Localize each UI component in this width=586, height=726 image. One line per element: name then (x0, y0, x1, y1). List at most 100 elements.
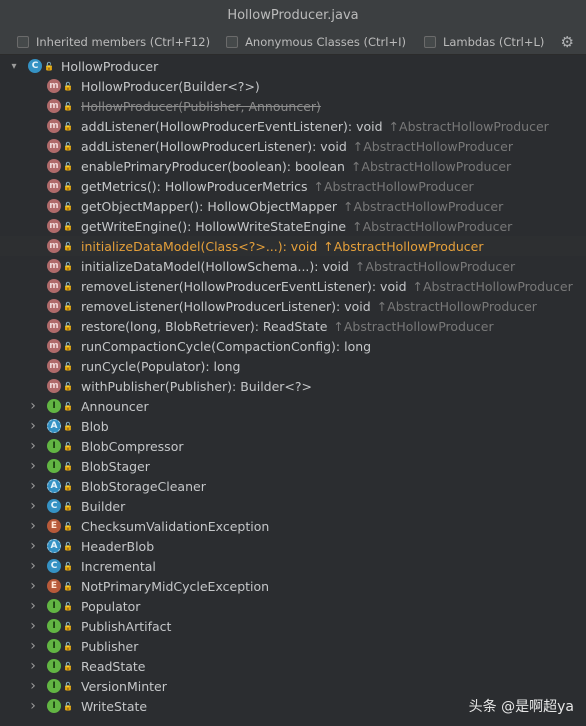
public-visibility-icon: 🔓 (63, 581, 73, 591)
member-item[interactable]: m 🔓 HollowProducer(Builder<?>) (0, 76, 586, 96)
inherited-from-label: ↑AbstractHollowProducer (313, 178, 474, 194)
member-item[interactable]: m 🔓 addListener(HollowProducerListener): v… (0, 136, 586, 156)
member-item[interactable]: m 🔓 addListener(HollowProducerEventListene… (0, 116, 586, 136)
member-label: addListener(HollowProducerEventListener)… (81, 119, 549, 134)
public-visibility-icon: 🔓 (63, 701, 73, 711)
member-item[interactable]: m 🔓 initializeDataModel(Class<?>...): void… (0, 236, 586, 256)
chevron-right-icon[interactable]: › (27, 518, 39, 534)
public-visibility-icon: 🔓 (63, 641, 73, 651)
member-item[interactable]: m 🔓 withPublisher(Publisher): Builder<?> (0, 376, 586, 396)
member-item[interactable]: m 🔓 removeListener(HollowProducerListener)… (0, 296, 586, 316)
nested-class-item[interactable]: › A 🔓 Blob (0, 416, 586, 436)
nested-class-item[interactable]: › C 🔓 Builder (0, 496, 586, 516)
chevron-right-icon[interactable]: › (27, 618, 39, 634)
member-item[interactable]: m 🔓 runCycle(Populator): long (0, 356, 586, 376)
nested-class-item[interactable]: › E 🔓 NotPrimaryMidCycleException (0, 576, 586, 596)
nested-class-item[interactable]: › I 🔓 Populator (0, 596, 586, 616)
nested-class-label: ReadState (81, 658, 146, 674)
abstract-class-icon: A (47, 539, 61, 553)
chevron-right-icon[interactable]: › (27, 698, 39, 714)
member-item[interactable]: m 🔓 getObjectMapper(): HollowObjectMapper ↑… (0, 196, 586, 216)
method-icon: m (47, 239, 61, 253)
public-visibility-icon: 🔓 (63, 101, 73, 111)
interface-icon: I (47, 439, 61, 453)
inherited-from-label: ↑AbstractHollowProducer (352, 218, 513, 234)
nested-class-item[interactable]: › C 🔓 Incremental (0, 556, 586, 576)
nested-class-item[interactable]: › I 🔓 BlobCompressor (0, 436, 586, 456)
member-label: getObjectMapper(): HollowObjectMapper ↑Ab… (81, 199, 503, 214)
tree-root-item[interactable]: ▾ C 🔓 HollowProducer (0, 56, 586, 76)
chevron-right-icon[interactable]: › (27, 598, 39, 614)
public-visibility-icon: 🔓 (63, 361, 73, 371)
chevron-down-icon[interactable]: ▾ (8, 61, 20, 72)
member-signature: removeListener(HollowProducerListener): … (81, 298, 371, 314)
nested-class-label: PublishArtifact (81, 618, 172, 634)
method-icon: m (47, 259, 61, 273)
member-signature: addListener(HollowProducerListener): voi… (81, 138, 347, 154)
public-visibility-icon: 🔓 (63, 561, 73, 571)
chevron-right-icon[interactable]: › (27, 438, 39, 454)
inherited-from-label: ↑AbstractHollowProducer (376, 298, 537, 314)
public-visibility-icon: 🔓 (63, 201, 73, 211)
interface-icon: I (47, 639, 61, 653)
public-visibility-icon: 🔓 (63, 481, 73, 491)
chevron-right-icon[interactable]: › (27, 578, 39, 594)
public-visibility-icon: 🔓 (63, 241, 73, 251)
nested-class-item[interactable]: › I 🔓 ReadState (0, 656, 586, 676)
chevron-right-icon[interactable]: › (27, 478, 39, 494)
chevron-right-icon[interactable]: › (27, 638, 39, 654)
public-visibility-icon: 🔓 (63, 141, 73, 151)
interface-icon: I (47, 459, 61, 473)
chevron-right-icon[interactable]: › (27, 398, 39, 414)
chevron-right-icon[interactable]: › (27, 458, 39, 474)
member-label: runCycle(Populator): long (81, 359, 240, 374)
anonymous-classes-checkbox[interactable]: Anonymous Classes (Ctrl+I) (226, 35, 406, 49)
member-item[interactable]: m 🔓 getWriteEngine(): HollowWriteStateEngi… (0, 216, 586, 236)
nested-class-item[interactable]: › A 🔓 HeaderBlob (0, 536, 586, 556)
chevron-right-icon[interactable]: › (27, 498, 39, 514)
window-title: HollowProducer.java (227, 7, 359, 23)
nested-class-item[interactable]: › I 🔓 PublishArtifact (0, 616, 586, 636)
member-signature: runCompactionCycle(CompactionConfig): lo… (81, 338, 372, 354)
chevron-right-icon[interactable]: › (27, 418, 39, 434)
public-visibility-icon: 🔓 (63, 401, 73, 411)
nested-class-item[interactable]: › I 🔓 VersionMinter (0, 676, 586, 696)
inherited-members-checkbox[interactable]: Inherited members (Ctrl+F12) (17, 35, 210, 49)
member-item[interactable]: m 🔓 runCompactionCycle(CompactionConfig): … (0, 336, 586, 356)
nested-class-item[interactable]: › I 🔓 Publisher (0, 636, 586, 656)
public-visibility-icon: 🔓 (63, 301, 73, 311)
gear-icon[interactable]: ⚙ (561, 33, 574, 51)
nested-class-item[interactable]: › I 🔓 BlobStager (0, 456, 586, 476)
nested-class-label: VersionMinter (81, 678, 167, 694)
nested-class-item[interactable]: › I 🔓 Announcer (0, 396, 586, 416)
member-item[interactable]: m 🔓 enablePrimaryProducer(boolean): boolea… (0, 156, 586, 176)
nested-class-item[interactable]: › A 🔓 BlobStorageCleaner (0, 476, 586, 496)
member-item[interactable]: m 🔓 initializeDataModel(HollowSchema...): … (0, 256, 586, 276)
member-signature: HollowProducer(Publisher, Announcer) (81, 98, 321, 114)
root-class-label: HollowProducer (61, 58, 159, 74)
public-visibility-icon: 🔓 (63, 421, 73, 431)
member-item[interactable]: m 🔓 removeListener(HollowProducerEventList… (0, 276, 586, 296)
chevron-right-icon[interactable]: › (27, 558, 39, 574)
member-label: initializeDataModel(HollowSchema...): vo… (81, 259, 515, 274)
member-signature: getObjectMapper(): HollowObjectMapper (81, 198, 338, 214)
nested-class-label: BlobStager (81, 458, 150, 474)
interface-icon: I (47, 699, 61, 713)
structure-tree[interactable]: ▾ C 🔓 HollowProducer m 🔓 HollowProducer(Bu… (0, 56, 586, 726)
inherited-from-label: ↑AbstractHollowProducer (354, 258, 516, 274)
member-label: HollowProducer(Builder<?>) (81, 79, 260, 94)
chevron-right-icon[interactable]: › (27, 658, 39, 674)
chevron-right-icon[interactable]: › (27, 678, 39, 694)
public-visibility-icon: 🔓 (63, 321, 73, 331)
chevron-right-icon[interactable]: › (27, 538, 39, 554)
nested-class-label: BlobCompressor (81, 438, 184, 454)
method-icon: m (47, 199, 61, 213)
lambdas-checkbox[interactable]: Lambdas (Ctrl+L) (423, 35, 544, 49)
member-item[interactable]: m 🔓 restore(long, BlobRetriever): ReadStat… (0, 316, 586, 336)
member-item[interactable]: m 🔓 getMetrics(): HollowProducerMetrics ↑Ab… (0, 176, 586, 196)
method-icon: m (47, 359, 61, 373)
nested-class-item[interactable]: › E 🔓 ChecksumValidationException (0, 516, 586, 536)
member-item[interactable]: m 🔓 HollowProducer(Publisher, Announcer) (0, 96, 586, 116)
public-visibility-icon: 🔓 (63, 121, 73, 131)
public-visibility-icon: 🔓 (63, 441, 73, 451)
